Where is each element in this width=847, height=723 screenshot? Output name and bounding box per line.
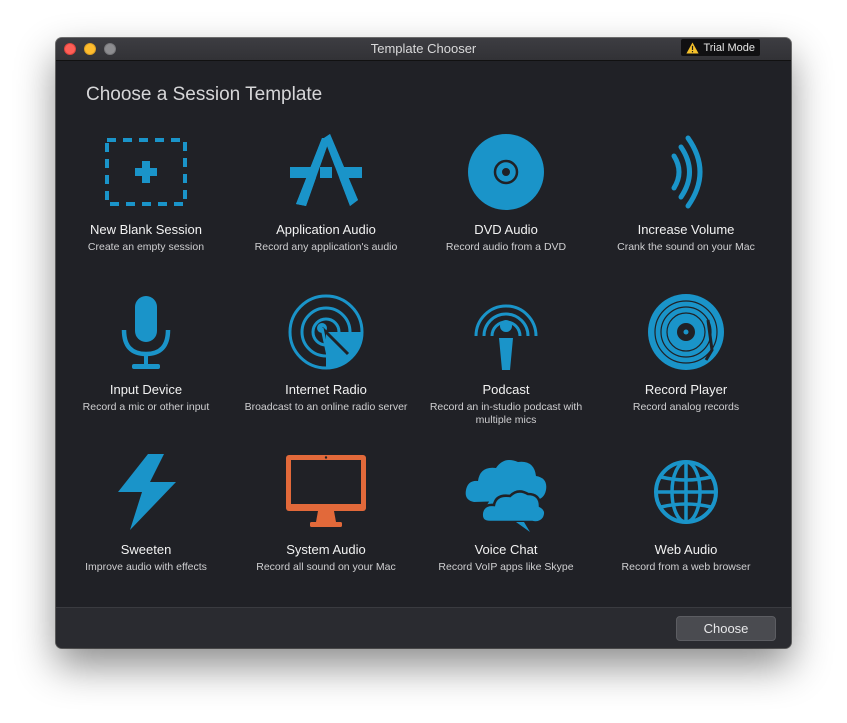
template-name: Increase Volume (637, 222, 735, 237)
template-internet-radio[interactable]: Internet Radio Broadcast to an online ra… (236, 288, 416, 438)
template-description: Broadcast to an online radio server (244, 401, 408, 413)
template-podcast[interactable]: Podcast Record an in-studio podcast with… (416, 288, 596, 438)
vinyl-record-icon (648, 294, 724, 370)
template-description: Create an empty session (87, 241, 205, 253)
podcast-icon (474, 304, 538, 370)
template-record-player[interactable]: Record Player Record analog records (596, 288, 776, 438)
chat-clouds-icon (465, 460, 547, 532)
radio-dish-icon (288, 294, 364, 370)
trial-mode-label: Trial Mode (703, 41, 755, 54)
template-web-audio[interactable]: Web Audio Record from a web browser (596, 448, 776, 598)
template-input-device[interactable]: Input Device Record a mic or other input (56, 288, 236, 438)
template-sweeten[interactable]: Sweeten Improve audio with effects (56, 448, 236, 598)
footer-bar: Choose (56, 607, 791, 648)
template-description: Crank the sound on your Mac (617, 241, 755, 253)
template-name: Podcast (482, 382, 530, 397)
template-application-audio[interactable]: Application Audio Record any application… (236, 128, 416, 278)
imac-icon (286, 455, 366, 527)
template-chooser-window: Template Chooser Trial Mode Choose a Ses… (56, 38, 791, 648)
template-name: System Audio (286, 542, 366, 557)
template-name: Application Audio (276, 222, 376, 237)
template-name: Voice Chat (474, 542, 538, 557)
template-system-audio[interactable]: System Audio Record all sound on your Ma… (236, 448, 416, 598)
page-heading: Choose a Session Template (86, 84, 323, 105)
choose-button[interactable]: Choose (676, 616, 776, 641)
template-name: Record Player (644, 382, 728, 397)
template-description: Record VoIP apps like Skype (438, 561, 574, 573)
template-increase-volume[interactable]: Increase Volume Crank the sound on your … (596, 128, 776, 278)
globe-icon (654, 460, 718, 524)
app-store-icon (290, 134, 362, 206)
template-name: Input Device (109, 382, 183, 397)
template-description: Record any application's audio (254, 241, 398, 253)
template-description: Improve audio with effects (85, 561, 207, 573)
template-name: Web Audio (654, 542, 718, 557)
volume-waves-icon (671, 135, 703, 209)
template-description: Record audio from a DVD (445, 241, 567, 253)
lightning-icon (118, 454, 176, 530)
template-name: Internet Radio (285, 382, 367, 397)
warning-icon (686, 42, 700, 53)
template-description: Record all sound on your Mac (256, 561, 396, 573)
template-dvd-audio[interactable]: DVD Audio Record audio from a DVD (416, 128, 596, 278)
template-description: Record from a web browser (621, 561, 751, 573)
microphone-icon (121, 296, 171, 369)
disc-icon (468, 134, 544, 210)
template-name: DVD Audio (474, 222, 538, 237)
template-description: Record analog records (632, 401, 740, 413)
trial-mode-badge[interactable]: Trial Mode (681, 39, 760, 56)
template-new-blank-session[interactable]: New Blank Session Create an empty sessio… (56, 128, 236, 278)
title-bar: Template Chooser Trial Mode (56, 38, 791, 61)
template-description: Record an in-studio podcast with multipl… (429, 401, 583, 426)
template-name: New Blank Session (90, 222, 202, 237)
template-voice-chat[interactable]: Voice Chat Record VoIP apps like Skype (416, 448, 596, 598)
plus-box-icon (105, 138, 187, 206)
template-description: Record a mic or other input (82, 401, 210, 413)
template-name: Sweeten (120, 542, 172, 557)
